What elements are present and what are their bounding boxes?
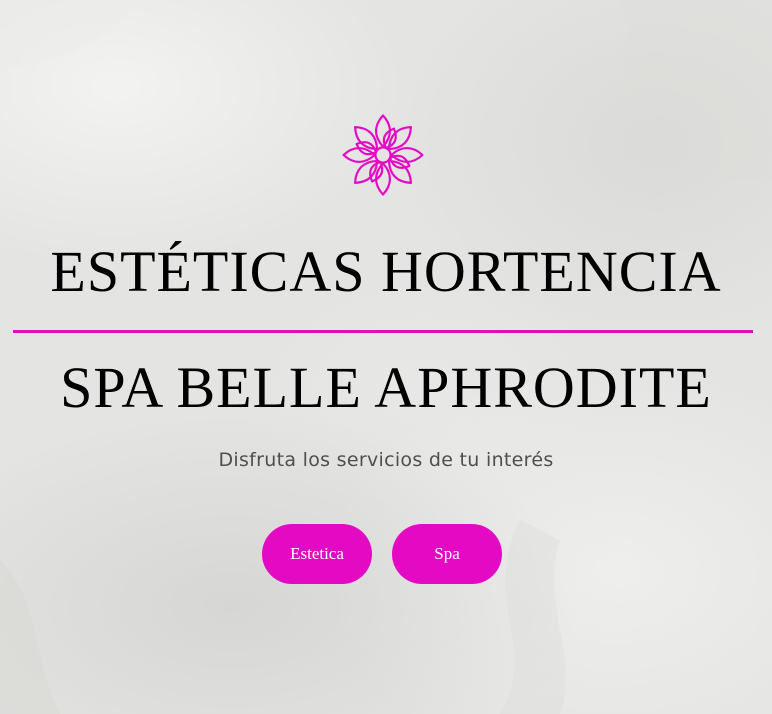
tagline-text: Disfruta los servicios de tu interés (218, 449, 554, 471)
estetica-button[interactable]: Estetica (262, 524, 372, 584)
page-title: ESTÉTICAS HORTENCIA (50, 239, 722, 304)
page-subtitle: SPA BELLE APHRODITE (60, 355, 712, 420)
title-divider (13, 330, 753, 333)
lotus-flower-icon (342, 114, 424, 196)
spa-button[interactable]: Spa (392, 524, 502, 584)
